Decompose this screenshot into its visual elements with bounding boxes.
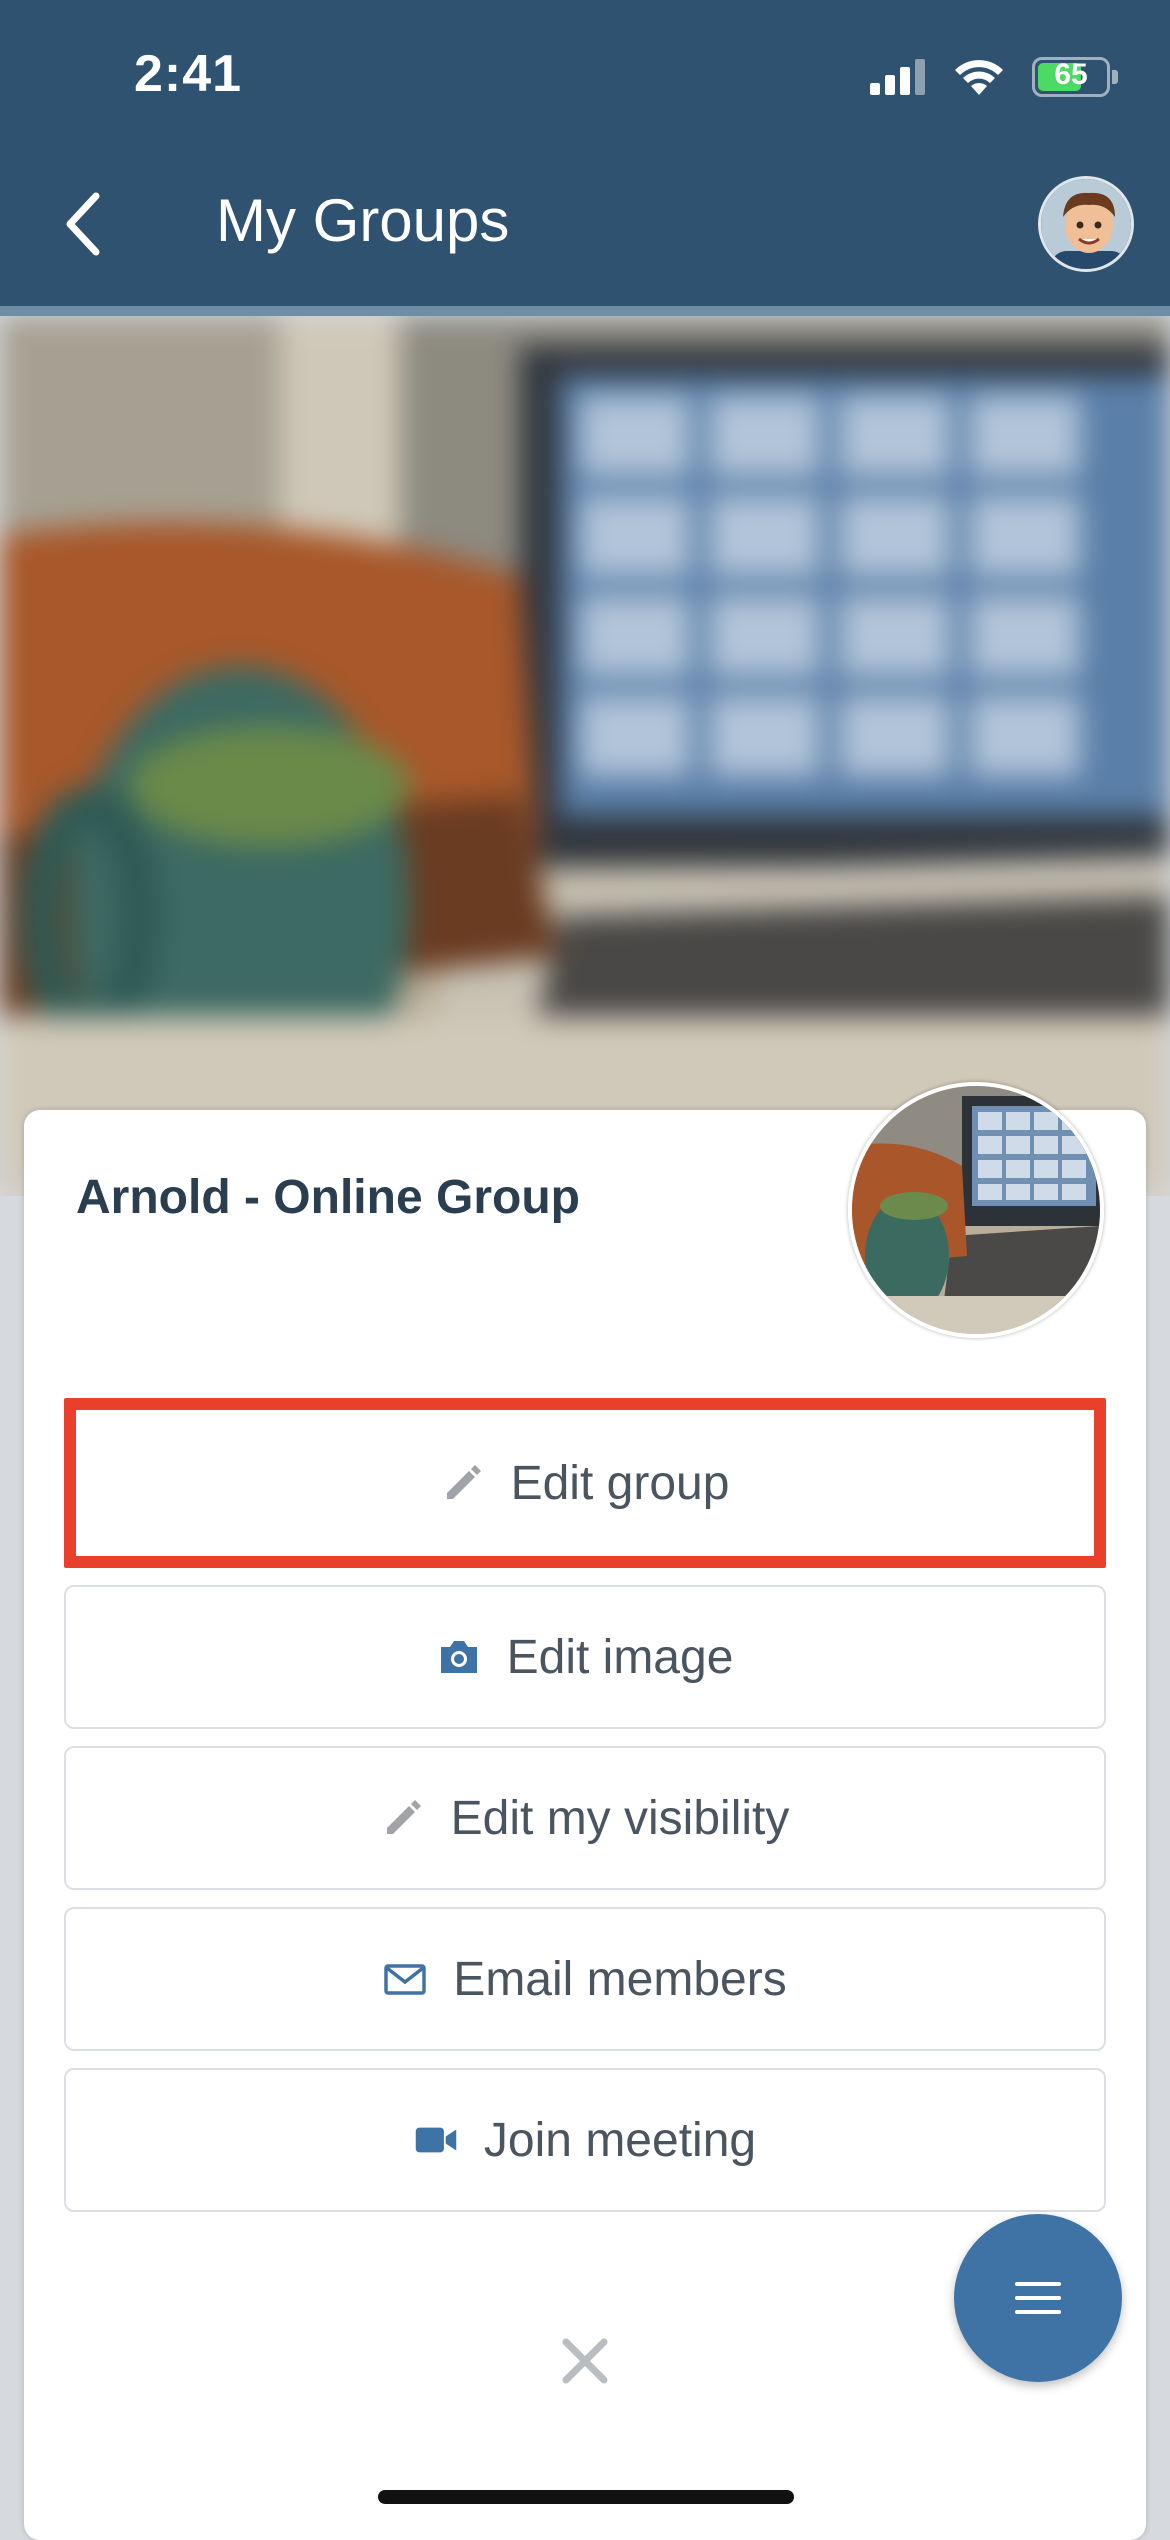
edit-my-visibility-button[interactable]: Edit my visibility <box>64 1746 1106 1890</box>
email-members-label: Email members <box>453 1952 787 2006</box>
edit-my-visibility-label: Edit my visibility <box>450 1791 790 1845</box>
video-camera-icon <box>414 2118 458 2162</box>
page-title: My Groups <box>216 187 510 254</box>
envelope-icon <box>383 1957 427 2001</box>
battery-cap <box>1112 70 1118 84</box>
status-time: 2:41 <box>134 45 243 103</box>
edit-group-label: Edit group <box>510 1456 730 1510</box>
pencil-icon <box>441 1461 485 1505</box>
menu-fab-button[interactable] <box>954 2214 1122 2382</box>
top-bar: 2:41 65 My Groups <box>0 0 1170 306</box>
wifi-icon <box>955 60 1003 95</box>
edit-group-button[interactable]: Edit group <box>64 1398 1106 1568</box>
group-actions-list: Edit group Edit image Edit my visibility… <box>64 1398 1106 2229</box>
edit-image-button[interactable]: Edit image <box>64 1585 1106 1729</box>
status-icons: 65 <box>870 52 1118 102</box>
group-cover-image <box>0 316 1170 1196</box>
group-thumbnail <box>848 1082 1104 1338</box>
header-divider <box>0 306 1170 316</box>
close-icon[interactable] <box>560 2336 610 2386</box>
camera-icon <box>437 1635 481 1679</box>
cellular-signal-icon <box>870 59 925 95</box>
avatar-illustration <box>1041 179 1131 269</box>
join-meeting-button[interactable]: Join meeting <box>64 2068 1106 2212</box>
join-meeting-label: Join meeting <box>483 2113 757 2167</box>
battery-indicator: 65 <box>1032 57 1110 97</box>
menu-icon <box>1015 2282 1061 2314</box>
email-members-button[interactable]: Email members <box>64 1907 1106 2051</box>
group-thumbnail-image <box>852 1086 1100 1334</box>
group-name: Arnold - Online Group <box>76 1171 580 1224</box>
chevron-left-icon <box>66 192 100 256</box>
pencil-icon <box>381 1796 425 1840</box>
home-indicator <box>378 2490 794 2504</box>
battery-percent: 65 <box>1054 58 1088 91</box>
user-avatar[interactable] <box>1038 176 1134 272</box>
back-button[interactable] <box>56 188 116 260</box>
edit-image-label: Edit image <box>506 1630 734 1684</box>
